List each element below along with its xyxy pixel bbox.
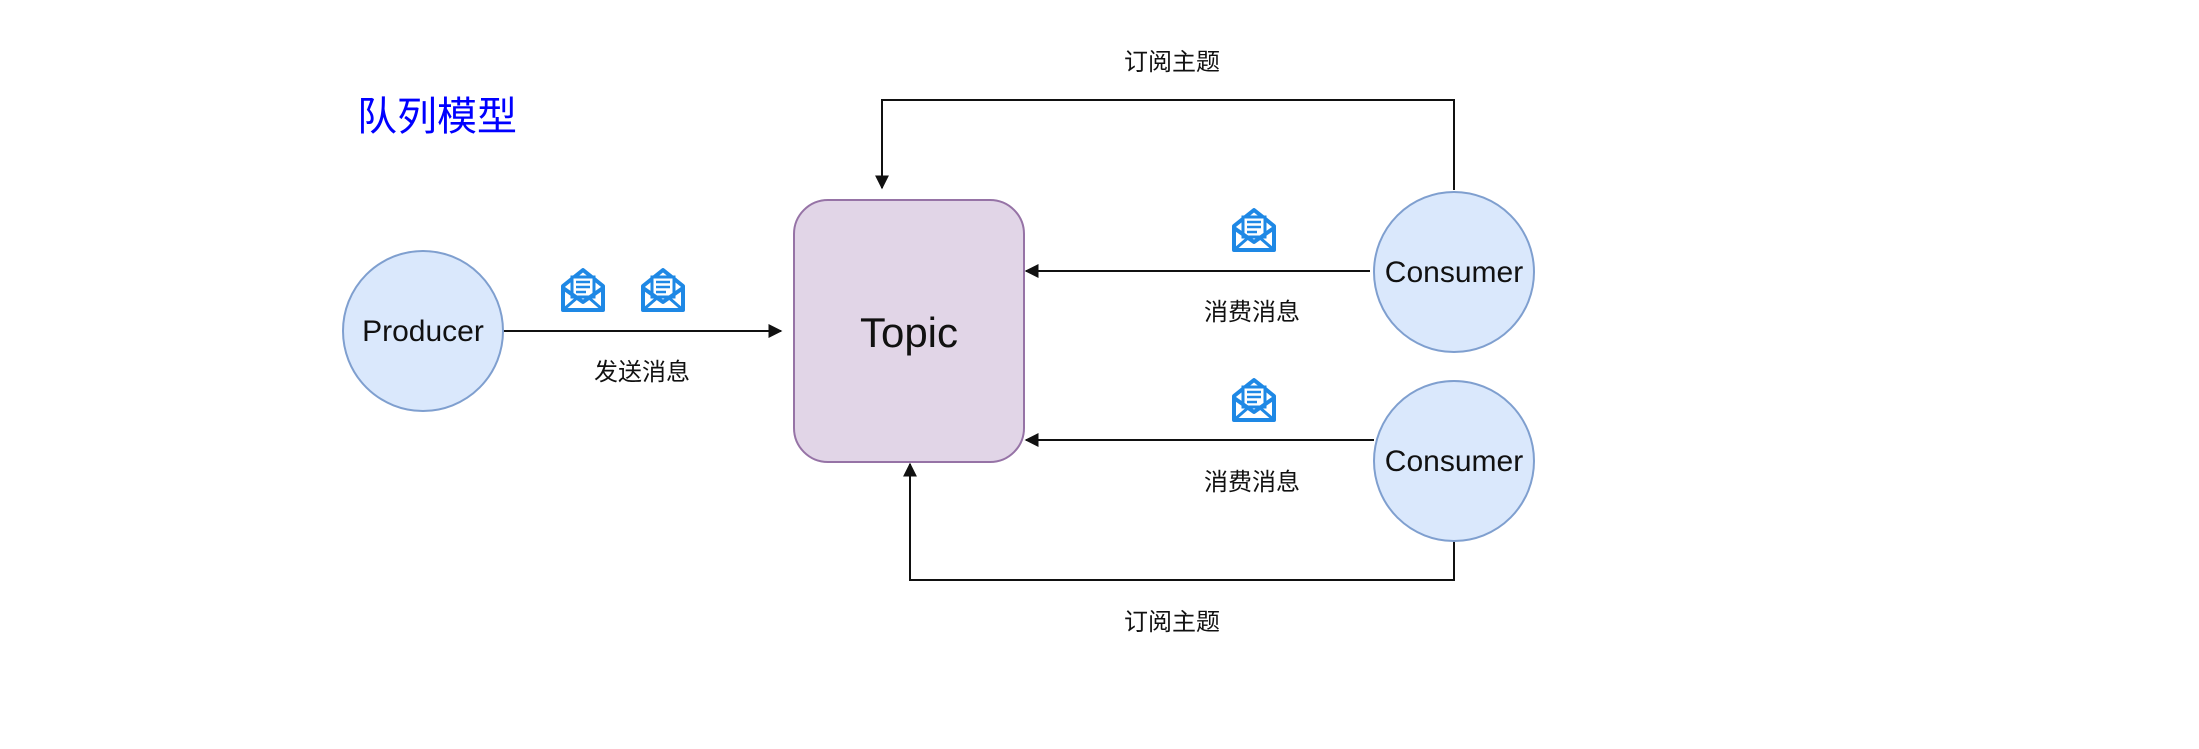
send-label: 发送消息	[594, 359, 690, 386]
consume-label-2: 消费消息	[1204, 469, 1300, 496]
producer-node: Producer	[342, 250, 504, 412]
envelope-icon	[641, 268, 685, 312]
topic-label: Topic	[860, 309, 958, 356]
envelope-icon	[1232, 378, 1276, 422]
consumer-node-2: Consumer	[1373, 380, 1535, 542]
consumer-label-1: Consumer	[1385, 256, 1523, 289]
producer-label: Producer	[362, 315, 484, 348]
queue-model-diagram: 队列模型 订阅主题 订阅主题 发送消息 消费消息 消费消息 Topic Prod…	[342, 49, 1535, 636]
subscribe-edge-bottom	[903, 462, 1455, 581]
consumer-node-1: Consumer	[1373, 191, 1535, 353]
topic-node: Topic	[793, 199, 1025, 463]
envelope-icon	[561, 268, 605, 312]
consume-label-1: 消费消息	[1204, 299, 1300, 326]
subscribe-edge-top	[875, 99, 1455, 190]
subscribe-label-top: 订阅主题	[1124, 49, 1220, 76]
consumer-label-2: Consumer	[1385, 445, 1523, 478]
diagram-title: 队列模型	[357, 95, 517, 139]
subscribe-label-bottom: 订阅主题	[1124, 609, 1220, 636]
envelope-icon	[1232, 208, 1276, 252]
